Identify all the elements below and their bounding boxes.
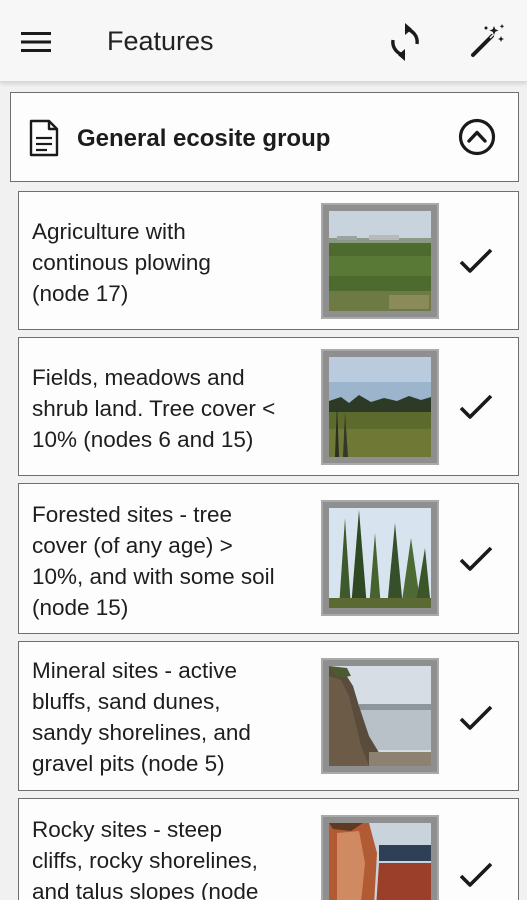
list-item-forested-sites[interactable]: Forested sites - tree cover (of any age)… bbox=[18, 483, 519, 634]
item-thumbnail bbox=[321, 815, 439, 900]
ecosite-group-header[interactable]: General ecosite group bbox=[10, 92, 519, 182]
document-icon bbox=[29, 119, 59, 157]
sync-icon[interactable] bbox=[385, 22, 425, 62]
list-item-mineral-sites[interactable]: Mineral sites - active bluffs, sand dune… bbox=[18, 641, 519, 791]
meadow-photo bbox=[329, 357, 431, 457]
group-title: General ecosite group bbox=[77, 125, 331, 152]
list-item-fields-meadows[interactable]: Fields, meadows and shrub land. Tree cov… bbox=[18, 337, 519, 476]
field-photo bbox=[329, 211, 431, 311]
item-label: Fields, meadows and shrub land. Tree cov… bbox=[32, 365, 276, 452]
check-icon[interactable] bbox=[457, 856, 495, 894]
list-item-rocky-sites[interactable]: Rocky sites - steep cliffs, rocky shorel… bbox=[18, 798, 519, 900]
chevron-up-circle-icon[interactable] bbox=[457, 117, 497, 157]
check-icon[interactable] bbox=[457, 242, 495, 280]
check-icon[interactable] bbox=[457, 540, 495, 578]
item-label: Rocky sites - steep cliffs, rocky shorel… bbox=[32, 817, 259, 900]
item-thumbnail bbox=[321, 349, 439, 465]
forest-photo bbox=[329, 508, 431, 608]
check-icon[interactable] bbox=[457, 699, 495, 737]
item-label: Forested sites - tree cover (of any age)… bbox=[32, 502, 275, 620]
item-label: Mineral sites - active bluffs, sand dune… bbox=[32, 658, 251, 776]
item-thumbnail bbox=[321, 203, 439, 319]
magic-wand-icon[interactable] bbox=[466, 22, 506, 62]
bluff-photo bbox=[329, 666, 431, 766]
app-bar: Features bbox=[0, 0, 527, 82]
page-title: Features bbox=[107, 26, 214, 56]
item-label: Agriculture with continous plowing (node… bbox=[32, 219, 211, 306]
cliff-photo bbox=[329, 823, 431, 900]
check-icon[interactable] bbox=[457, 388, 495, 426]
hamburger-menu-icon[interactable] bbox=[18, 24, 54, 60]
item-thumbnail bbox=[321, 500, 439, 616]
list-item-agriculture[interactable]: Agriculture with continous plowing (node… bbox=[18, 191, 519, 330]
item-thumbnail bbox=[321, 658, 439, 774]
